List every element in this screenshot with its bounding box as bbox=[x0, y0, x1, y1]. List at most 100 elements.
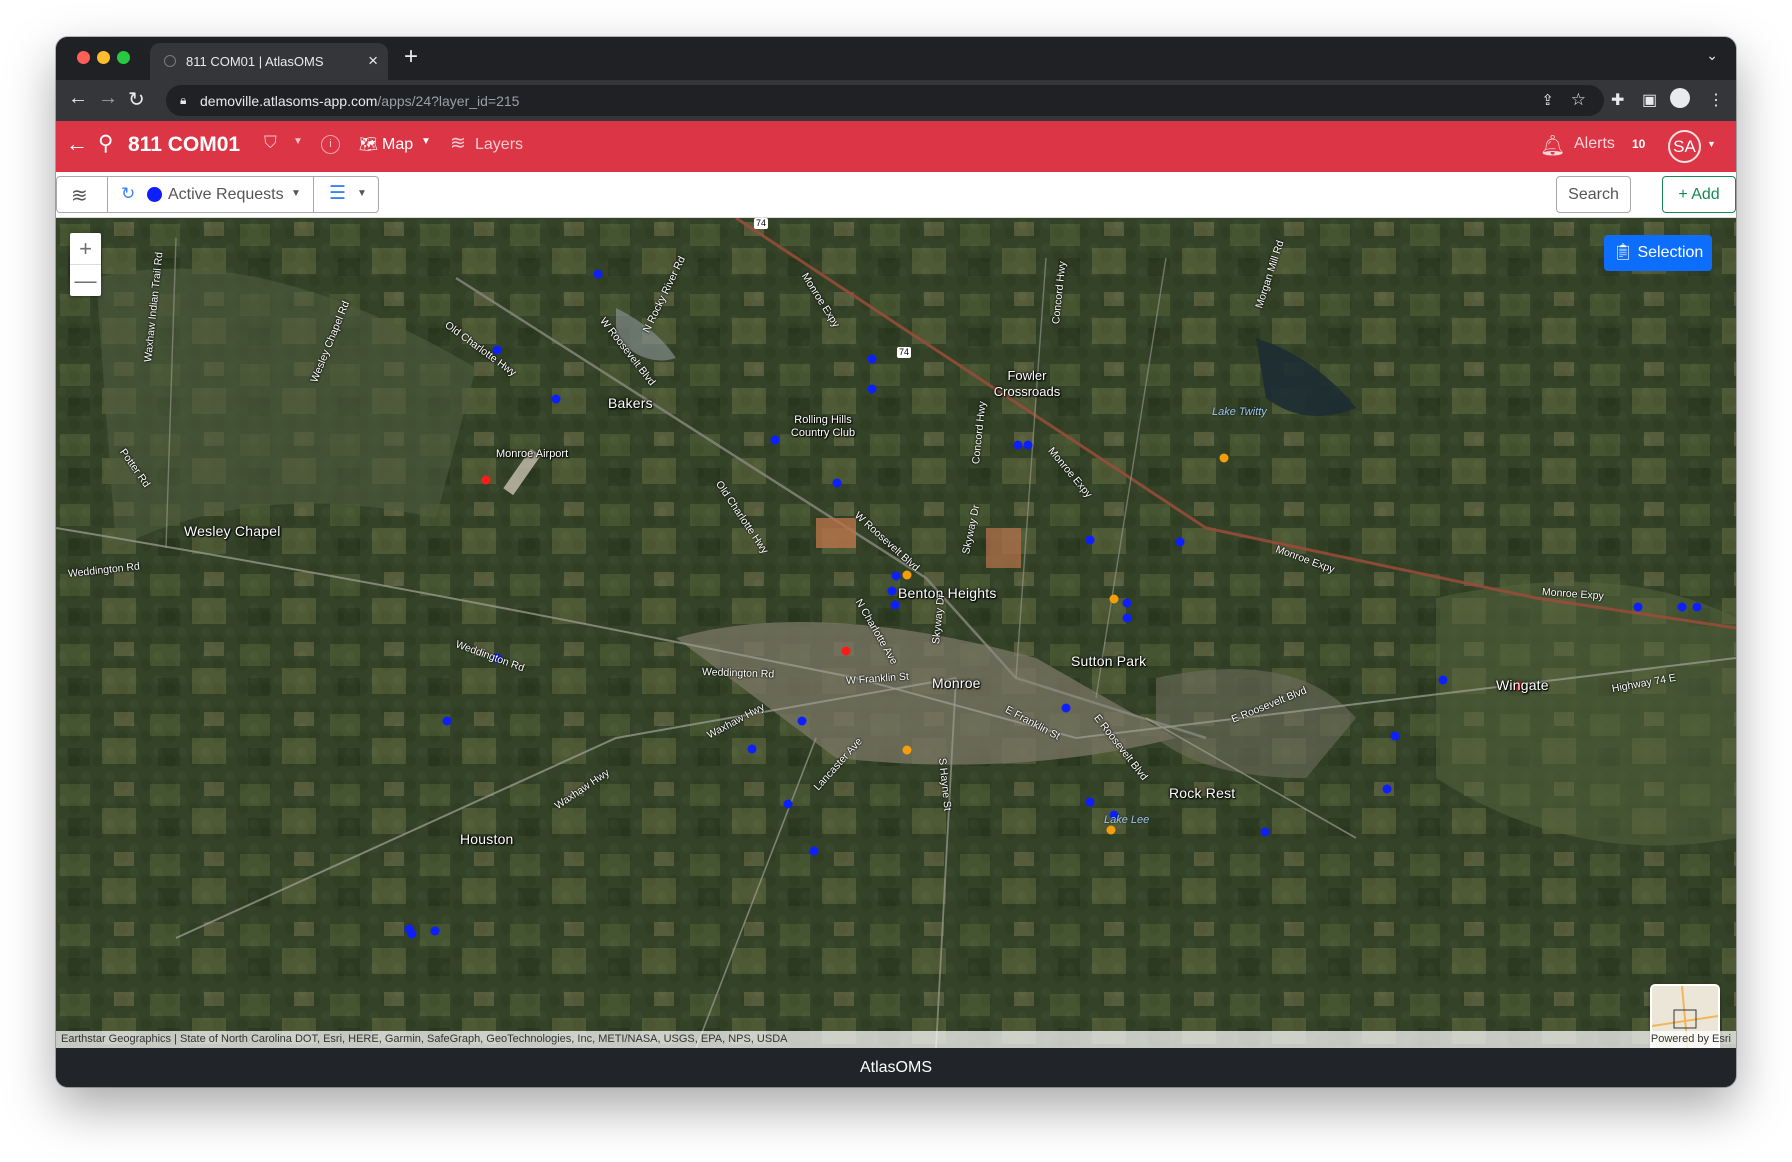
powered-by-esri-link[interactable]: Powered by Esri bbox=[1651, 1033, 1731, 1045]
browser-tab[interactable]: 811 COM01 | AtlasOMS × bbox=[150, 43, 388, 80]
active-request-marker[interactable] bbox=[809, 846, 819, 856]
zoom-control: + — bbox=[70, 233, 101, 296]
alerts-button[interactable]: Alerts bbox=[1574, 135, 1615, 153]
url-path: /apps/24?layer_id=215 bbox=[377, 93, 520, 109]
close-window-button[interactable] bbox=[77, 51, 90, 64]
chevron-down-icon[interactable]: ▼ bbox=[421, 136, 431, 147]
back-arrow-icon[interactable]: ← bbox=[66, 131, 88, 157]
place-label: Sutton Park bbox=[1071, 653, 1147, 669]
active-request-marker[interactable] bbox=[770, 435, 780, 445]
layer-filter-bar: ≋ ↻ Active Requests ▼ ☰ ▼ Search + Add bbox=[56, 172, 1736, 218]
chevron-down-icon[interactable]: ▼ bbox=[293, 136, 303, 147]
app-header: ← ⚲ 811 COM01 ⛉ ▼ i 🗺︎ Map ▼ ≋ Layers 🔔︎… bbox=[56, 121, 1736, 172]
warning-request-marker[interactable] bbox=[1219, 453, 1229, 463]
url-text[interactable]: demoville.atlasoms-app.com/apps/24?layer… bbox=[200, 93, 519, 109]
sort-icon: ☰ bbox=[329, 183, 347, 204]
active-request-marker[interactable] bbox=[1633, 602, 1643, 612]
sort-dropdown[interactable]: ☰ ▼ bbox=[313, 177, 379, 212]
active-request-marker[interactable] bbox=[867, 384, 877, 394]
water-label: Lake Twitty bbox=[1212, 406, 1267, 418]
active-request-marker[interactable] bbox=[442, 716, 452, 726]
active-request-marker[interactable] bbox=[551, 394, 561, 404]
highway-shield: 74 bbox=[754, 218, 769, 229]
active-request-marker[interactable] bbox=[1677, 602, 1687, 612]
layers-icon[interactable]: ≋ bbox=[450, 132, 466, 155]
active-request-marker[interactable] bbox=[797, 716, 807, 726]
shield-icon[interactable]: ⛉ bbox=[264, 133, 277, 153]
user-avatar[interactable]: SA bbox=[1668, 130, 1701, 163]
active-request-marker[interactable] bbox=[593, 269, 603, 279]
zoom-out-button[interactable]: — bbox=[70, 265, 101, 296]
active-request-marker[interactable] bbox=[747, 744, 757, 754]
selection-button[interactable]: 📋︎ Selection bbox=[1604, 235, 1712, 271]
active-request-marker[interactable] bbox=[1382, 784, 1392, 794]
side-panel-icon[interactable]: ▣ bbox=[1642, 90, 1657, 110]
road-label: Weddington Rd bbox=[701, 666, 775, 681]
info-icon[interactable]: i bbox=[321, 135, 340, 154]
browser-menu-icon[interactable]: ⋮ bbox=[1708, 90, 1724, 110]
map-attribution: Earthstar Geographics | State of North C… bbox=[56, 1031, 1736, 1048]
lock-icon[interactable]: 🔒︎ bbox=[180, 93, 186, 108]
active-request-marker[interactable] bbox=[887, 586, 897, 596]
active-request-marker[interactable] bbox=[832, 478, 842, 488]
active-request-marker[interactable] bbox=[430, 926, 440, 936]
map-view[interactable]: + — 📋︎ Selection Bakers Wesley Chapel Fo… bbox=[56, 218, 1736, 1048]
active-request-marker[interactable] bbox=[1085, 797, 1095, 807]
active-request-marker[interactable] bbox=[1023, 440, 1033, 450]
search-button[interactable]: Search bbox=[1556, 176, 1631, 213]
extensions-icon[interactable]: ✚ bbox=[1611, 90, 1624, 110]
active-request-marker[interactable] bbox=[407, 929, 417, 939]
layers-button[interactable]: Layers bbox=[475, 136, 523, 154]
active-request-marker[interactable] bbox=[1122, 613, 1132, 623]
back-icon[interactable]: ← bbox=[68, 87, 88, 110]
active-request-marker[interactable] bbox=[1013, 440, 1023, 450]
active-request-marker[interactable] bbox=[1122, 598, 1132, 608]
emergency-request-marker[interactable] bbox=[481, 475, 491, 485]
new-tab-button[interactable]: + bbox=[404, 43, 418, 71]
active-request-marker[interactable] bbox=[890, 600, 900, 610]
layer-label: Active Requests bbox=[168, 186, 284, 203]
zoom-in-button[interactable]: + bbox=[70, 233, 101, 265]
close-tab-icon[interactable]: × bbox=[368, 51, 378, 71]
active-request-marker[interactable] bbox=[1260, 827, 1270, 837]
app-footer: AtlasOMS bbox=[56, 1048, 1736, 1087]
active-request-marker[interactable] bbox=[783, 799, 793, 809]
minimize-window-button[interactable] bbox=[97, 51, 110, 64]
active-request-marker[interactable] bbox=[1175, 537, 1185, 547]
tab-title: 811 COM01 | AtlasOMS bbox=[186, 54, 324, 69]
bell-icon[interactable]: 🔔︎ bbox=[1540, 133, 1565, 158]
active-requests-dropdown[interactable]: ↻ Active Requests ▼ bbox=[107, 177, 314, 212]
active-request-marker[interactable] bbox=[1692, 602, 1702, 612]
warning-request-marker[interactable] bbox=[902, 745, 912, 755]
active-request-marker[interactable] bbox=[1390, 731, 1400, 741]
active-request-marker[interactable] bbox=[867, 354, 877, 364]
active-request-marker[interactable] bbox=[891, 571, 901, 581]
maximize-window-button[interactable] bbox=[117, 51, 130, 64]
emergency-request-marker[interactable] bbox=[841, 646, 851, 656]
active-request-marker[interactable] bbox=[1085, 535, 1095, 545]
tab-search-icon[interactable]: ⌄ bbox=[1706, 47, 1718, 64]
bookmark-star-icon[interactable]: ☆ bbox=[1571, 90, 1586, 110]
place-label: Benton Heights bbox=[898, 585, 997, 601]
chevron-down-icon[interactable]: ▼ bbox=[1707, 139, 1716, 149]
map-menu-button[interactable]: Map bbox=[382, 136, 413, 154]
forward-icon[interactable]: → bbox=[98, 87, 118, 110]
active-request-marker[interactable] bbox=[1061, 703, 1071, 713]
layer-toggle-button[interactable]: ≋ bbox=[57, 177, 108, 212]
add-button[interactable]: + Add bbox=[1662, 176, 1736, 213]
warning-request-marker[interactable] bbox=[902, 570, 912, 580]
active-request-marker[interactable] bbox=[1438, 675, 1448, 685]
place-label: Fowler Crossroads bbox=[993, 368, 1061, 399]
tab-strip: 811 COM01 | AtlasOMS × + ⌄ bbox=[56, 37, 1736, 80]
selection-label: Selection bbox=[1637, 244, 1704, 261]
share-icon[interactable]: ⇪ bbox=[1541, 91, 1554, 109]
reload-icon[interactable]: ↻ bbox=[128, 87, 145, 112]
atlas-logo-icon: ⚲ bbox=[98, 132, 114, 155]
map-icon[interactable]: 🗺︎ bbox=[359, 135, 378, 153]
refresh-icon[interactable]: ↻ bbox=[121, 184, 135, 204]
profile-icon[interactable] bbox=[1670, 88, 1690, 108]
warning-request-marker[interactable] bbox=[1109, 594, 1119, 604]
address-bar[interactable]: 🔒︎ demoville.atlasoms-app.com/apps/24?la… bbox=[166, 85, 1604, 116]
warning-request-marker[interactable] bbox=[1106, 825, 1116, 835]
favicon-icon bbox=[164, 55, 176, 67]
